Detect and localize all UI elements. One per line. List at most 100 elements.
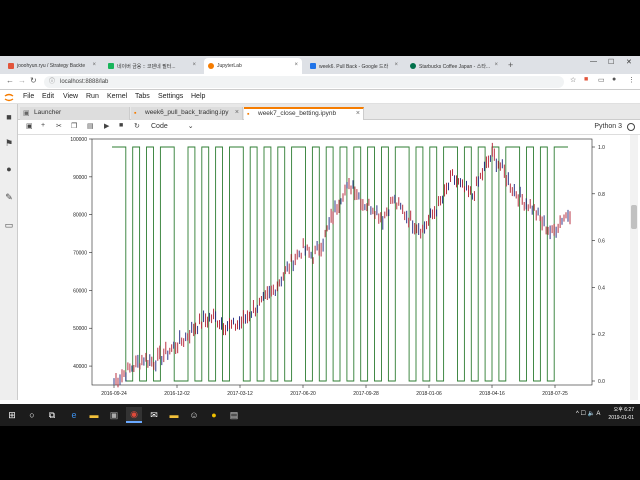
- clock-date: 2019-01-01: [608, 415, 634, 421]
- browser-tab-label: JupyterLab: [217, 63, 242, 69]
- clock[interactable]: 오후 6:27 2019-01-01: [608, 406, 634, 422]
- x-axis-tick-label: 2018-04-16: [479, 391, 505, 397]
- back-icon[interactable]: ←: [6, 76, 14, 85]
- cut-icon[interactable]: ✂: [56, 122, 62, 130]
- x-axis-tick-label: 2016-09-24: [101, 391, 127, 397]
- reload-icon[interactable]: ↻: [30, 76, 37, 85]
- notebook-icon: ▪: [134, 110, 137, 117]
- forward-icon[interactable]: →: [18, 76, 26, 85]
- search-icon[interactable]: ○: [24, 407, 40, 423]
- window-close-button[interactable]: ✕: [626, 58, 632, 66]
- close-icon[interactable]: ×: [92, 62, 96, 68]
- app-icon[interactable]: ☺: [186, 407, 202, 423]
- menu-view[interactable]: View: [63, 93, 78, 100]
- explorer-icon[interactable]: ▬: [166, 407, 182, 423]
- menu-icon[interactable]: ⋮: [628, 76, 635, 84]
- task-view-icon[interactable]: ⧉: [44, 407, 60, 423]
- browser-tab[interactable]: week6. Pull Back - Google 드라 ×: [306, 58, 402, 74]
- store-icon[interactable]: ▣: [106, 407, 122, 423]
- windows-taskbar: ⊞ ○ ⧉ e ▬ ▣ ◉ ✉ ▬ ☺ ● ▤ ^ ☐ 🔈 A 오후 6:27 …: [0, 404, 640, 426]
- windows-start-icon[interactable]: ⊞: [4, 407, 20, 423]
- x-axis-tick-label: 2018-07-25: [542, 391, 568, 397]
- doc-tab-launcher[interactable]: ▣ Launcher: [20, 107, 130, 120]
- wrench-icon[interactable]: ✎: [4, 192, 14, 203]
- x-axis-tick-label: 2017-09-28: [353, 391, 379, 397]
- menu-tabs[interactable]: Tabs: [135, 93, 150, 100]
- x-axis-tick-label: 2017-06-20: [290, 391, 316, 397]
- extension-icon[interactable]: ■: [584, 76, 588, 83]
- restart-icon[interactable]: ↻: [134, 122, 140, 130]
- close-icon[interactable]: ×: [235, 107, 239, 119]
- close-icon[interactable]: ×: [192, 62, 196, 68]
- url-text: localhost:8888/lab: [60, 79, 109, 85]
- scrollbar-track[interactable]: [630, 135, 638, 400]
- file-explorer-icon[interactable]: ▬: [86, 407, 102, 423]
- edge-icon[interactable]: e: [66, 407, 82, 423]
- run-icon[interactable]: ▶: [104, 122, 109, 130]
- left-axis-tick-label: 50000: [73, 326, 87, 332]
- close-icon[interactable]: ×: [294, 62, 298, 68]
- system-tray[interactable]: ^ ☐ 🔈 A: [576, 410, 600, 417]
- copy-icon[interactable]: ❐: [71, 122, 77, 130]
- document-tab-bar: ▣ Launcher ▪ week6_pull_back_trading.ipy…: [18, 104, 640, 120]
- browser-tab[interactable]: Starbucks Coffee Japan - 스타... ×: [406, 58, 502, 74]
- doc-tab-week7[interactable]: ▪ week7_close_betting.ipynb ×: [244, 107, 364, 120]
- mail-icon[interactable]: ✉: [146, 407, 162, 423]
- stop-icon[interactable]: ■: [119, 122, 123, 129]
- x-axis-tick-label: 2018-01-06: [416, 391, 442, 397]
- jupyter-icon: [208, 63, 214, 69]
- browser-tab-label: 네이버 금융 :: 코덴네 필터...: [117, 63, 176, 70]
- add-cell-icon[interactable]: +: [41, 122, 45, 129]
- clock-time: 오후 6:27: [613, 407, 634, 413]
- menu-file[interactable]: File: [23, 93, 34, 100]
- cell-type-value: Code: [151, 123, 168, 130]
- close-icon[interactable]: ×: [394, 62, 398, 68]
- menu-settings[interactable]: Settings: [158, 93, 183, 100]
- right-axis-tick-label: 1.0: [598, 145, 605, 151]
- left-axis-tick-label: 100000: [70, 137, 87, 143]
- cell-type-select[interactable]: Code ⌄: [151, 122, 194, 130]
- menu-help[interactable]: Help: [191, 93, 205, 100]
- chevron-down-icon: ⌄: [187, 123, 194, 130]
- left-axis-tick-label: 40000: [73, 364, 87, 370]
- maximize-button[interactable]: ☐: [608, 58, 614, 66]
- url-field[interactable]: ⓘ localhost:8888/lab: [44, 76, 564, 88]
- close-icon[interactable]: ×: [494, 62, 498, 68]
- palette-icon[interactable]: ●: [4, 164, 14, 174]
- paste-icon[interactable]: ▤: [87, 122, 94, 130]
- new-tab-button[interactable]: +: [508, 60, 513, 70]
- browser-tab-label: jooohyun.ryu / Strategy Backte: [17, 63, 86, 69]
- chrome-icon[interactable]: ◉: [126, 407, 142, 423]
- menu-run[interactable]: Run: [86, 93, 99, 100]
- star-icon[interactable]: ☆: [570, 76, 576, 84]
- menu-edit[interactable]: Edit: [42, 93, 54, 100]
- tabs-icon[interactable]: ▭: [4, 220, 14, 231]
- profile-icon[interactable]: ●: [612, 76, 616, 83]
- doc-tab-label: week6_pull_back_trading.ipy: [145, 109, 229, 116]
- kakaotalk-icon[interactable]: ●: [206, 407, 222, 423]
- left-axis-tick-label: 90000: [73, 175, 87, 181]
- jupyter-menubar: File Edit View Run Kernel Tabs Settings …: [0, 90, 640, 104]
- doc-tab-label: week7_close_betting.ipynb: [258, 110, 337, 117]
- running-icon[interactable]: ⚑: [4, 138, 14, 149]
- price-signal-chart: 40000 50000 60000 70000 80000 90000 100000 0.0 0…: [70, 137, 605, 397]
- browser-tab-label: Starbucks Coffee Japan - 스타...: [419, 63, 491, 70]
- browser-tab[interactable]: 네이버 금융 :: 코덴네 필터... ×: [104, 58, 200, 74]
- browser-tab[interactable]: jooohyun.ryu / Strategy Backte ×: [4, 58, 100, 74]
- minimize-button[interactable]: —: [590, 58, 597, 65]
- browser-tab-active[interactable]: JupyterLab ×: [204, 58, 302, 74]
- left-axis-tick-label: 80000: [73, 213, 87, 219]
- photos-icon[interactable]: ▤: [226, 407, 242, 423]
- scrollbar-thumb[interactable]: [631, 205, 637, 229]
- save-icon[interactable]: ▣: [26, 122, 33, 130]
- right-axis-tick-label: 0.2: [598, 332, 605, 338]
- x-axis-tick-label: 2017-03-12: [227, 391, 253, 397]
- close-icon[interactable]: ×: [356, 109, 360, 119]
- folder-icon[interactable]: ■: [4, 112, 14, 122]
- menu-kernel[interactable]: Kernel: [107, 93, 127, 100]
- kernel-name[interactable]: Python 3: [594, 123, 622, 130]
- cast-icon[interactable]: ▭: [598, 76, 605, 84]
- browser-tab-label: week6. Pull Back - Google 드라: [319, 63, 389, 70]
- browser-tab-strip: jooohyun.ryu / Strategy Backte × 네이버 금융 …: [0, 56, 640, 74]
- doc-tab-week6[interactable]: ▪ week6_pull_back_trading.ipy ×: [131, 107, 243, 120]
